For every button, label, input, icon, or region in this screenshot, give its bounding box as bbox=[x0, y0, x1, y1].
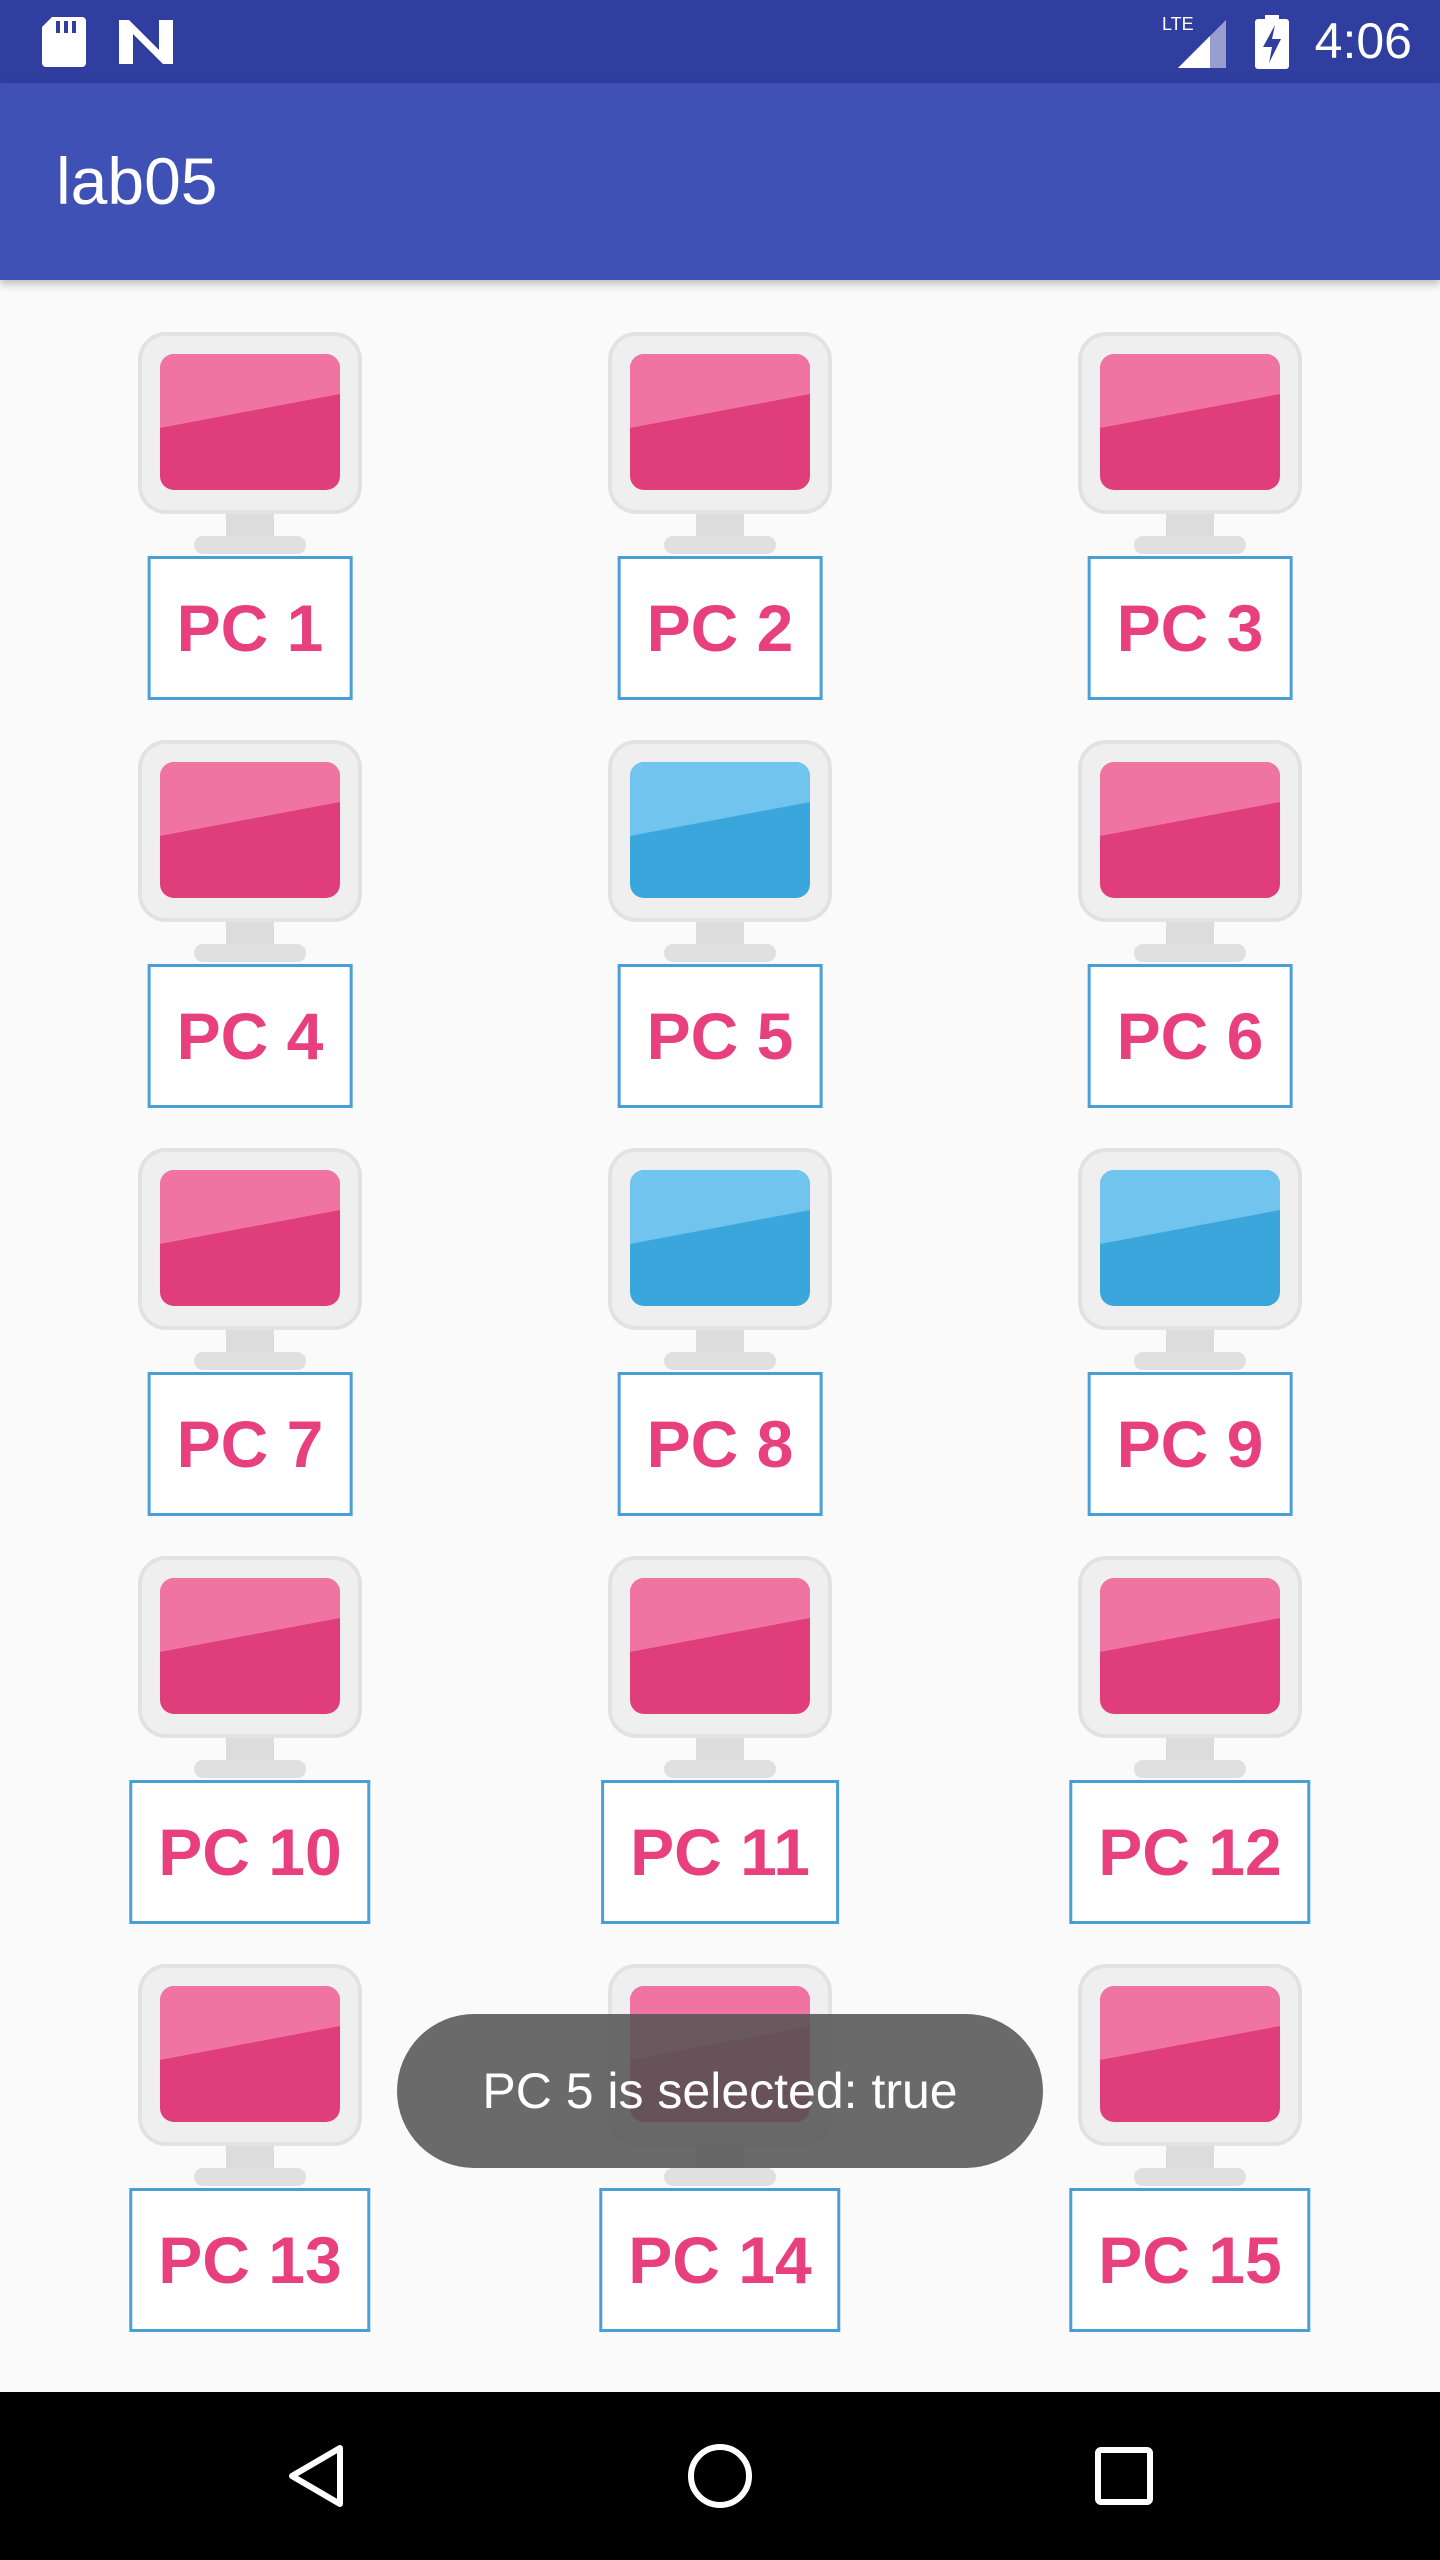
n-notification-icon bbox=[118, 0, 174, 83]
pc-label: PC 8 bbox=[617, 1372, 823, 1516]
status-time: 4:06 bbox=[1314, 13, 1412, 69]
pc-item[interactable]: PC 1 bbox=[10, 280, 490, 700]
computer-icon bbox=[138, 1148, 362, 1378]
pc-label: PC 6 bbox=[1087, 964, 1293, 1108]
pc-item[interactable]: PC 8 bbox=[480, 1096, 960, 1516]
pc-item[interactable]: PC 9 bbox=[950, 1096, 1430, 1516]
pc-item[interactable]: PC 4 bbox=[10, 688, 490, 1108]
pc-item[interactable]: PC 3 bbox=[950, 280, 1430, 700]
pc-label: PC 12 bbox=[1069, 1780, 1311, 1924]
pc-item[interactable]: PC 5 bbox=[480, 688, 960, 1108]
pc-item[interactable]: PC 7 bbox=[10, 1096, 490, 1516]
computer-icon bbox=[1078, 740, 1302, 970]
pc-label: PC 3 bbox=[1087, 556, 1293, 700]
pc-label: PC 10 bbox=[129, 1780, 371, 1924]
pc-item[interactable]: PC 10 bbox=[10, 1504, 490, 1924]
pc-label: PC 2 bbox=[617, 556, 823, 700]
pc-item[interactable]: PC 2 bbox=[480, 280, 960, 700]
pc-label: PC 15 bbox=[1069, 2188, 1311, 2332]
computer-icon bbox=[1078, 1964, 1302, 2194]
signal-icon: LTE bbox=[1160, 0, 1230, 83]
toast-message: PC 5 is selected: true bbox=[397, 2014, 1043, 2168]
computer-icon bbox=[608, 740, 832, 970]
pc-label: PC 14 bbox=[599, 2188, 841, 2332]
home-icon[interactable] bbox=[640, 2392, 800, 2560]
computer-icon bbox=[138, 1964, 362, 2194]
lte-label: LTE bbox=[1162, 14, 1194, 34]
battery-charging-icon bbox=[1252, 0, 1292, 83]
pc-item[interactable]: PC 11 bbox=[480, 1504, 960, 1924]
pc-item[interactable]: PC 6 bbox=[950, 688, 1430, 1108]
pc-label: PC 9 bbox=[1087, 1372, 1293, 1516]
computer-icon bbox=[1078, 332, 1302, 562]
navigation-bar bbox=[0, 2392, 1440, 2560]
sd-card-icon bbox=[38, 0, 90, 83]
computer-icon bbox=[138, 740, 362, 970]
computer-icon bbox=[138, 332, 362, 562]
computer-icon bbox=[608, 1556, 832, 1786]
back-icon[interactable] bbox=[236, 2392, 396, 2560]
computer-icon bbox=[608, 1148, 832, 1378]
pc-label: PC 4 bbox=[147, 964, 353, 1108]
computer-icon bbox=[138, 1556, 362, 1786]
computer-icon bbox=[1078, 1556, 1302, 1786]
pc-label: PC 7 bbox=[147, 1372, 353, 1516]
app-title: lab05 bbox=[56, 144, 218, 218]
computer-icon bbox=[1078, 1148, 1302, 1378]
pc-item[interactable]: PC 12 bbox=[950, 1504, 1430, 1924]
pc-label: PC 1 bbox=[147, 556, 353, 700]
app-bar: lab05 bbox=[0, 83, 1440, 280]
pc-label: PC 11 bbox=[601, 1780, 839, 1924]
recents-icon[interactable] bbox=[1044, 2392, 1204, 2560]
pc-label: PC 5 bbox=[617, 964, 823, 1108]
status-bar: LTE 4:06 bbox=[0, 0, 1440, 83]
pc-label: PC 13 bbox=[129, 2188, 371, 2332]
computer-icon bbox=[608, 332, 832, 562]
